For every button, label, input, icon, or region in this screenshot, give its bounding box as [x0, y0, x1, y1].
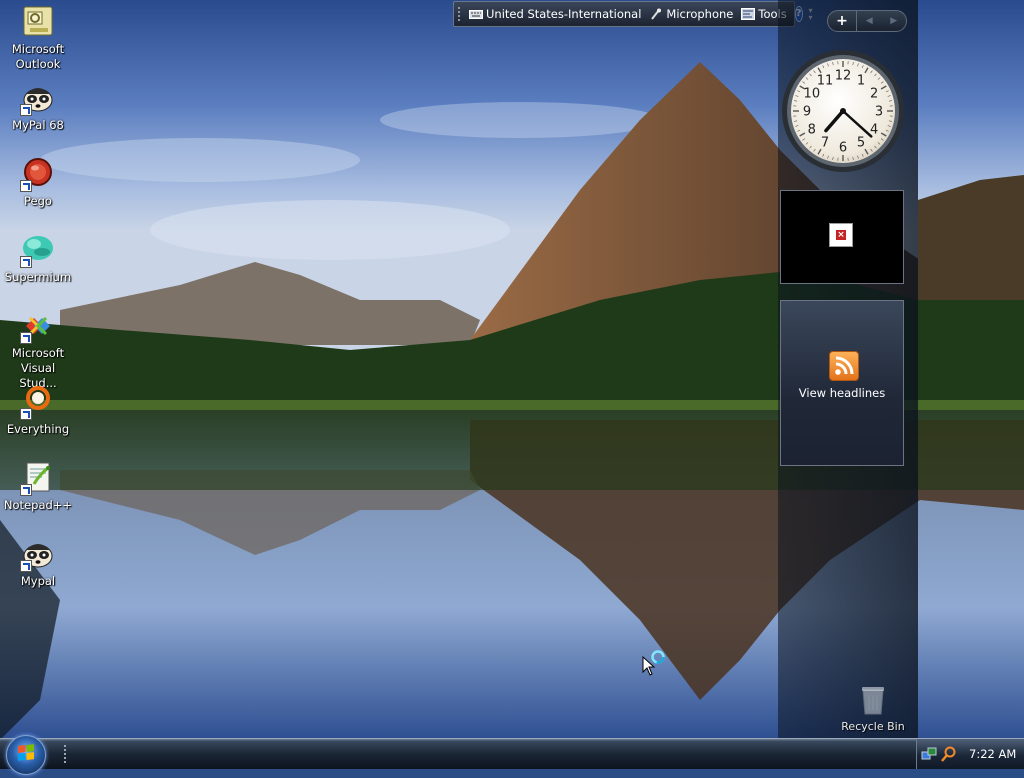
clock-numeral: 9: [803, 105, 811, 120]
language-selector[interactable]: United States-International: [465, 7, 645, 21]
desktop-icon-mypal[interactable]: Mypal: [2, 536, 74, 589]
recycle-bin-label: Recycle Bin: [838, 720, 908, 733]
pego-icon: [20, 156, 56, 192]
busy-cursor-icon: [642, 648, 668, 676]
language-bar-grip[interactable]: [458, 7, 460, 21]
desktop-icon-supermium[interactable]: Supermium: [2, 232, 74, 285]
tools-icon: [741, 8, 755, 20]
desktop-icon-label: Pego: [2, 194, 74, 209]
language-bar: United States-International Microphone T…: [453, 1, 795, 27]
mypal-icon: [20, 536, 56, 572]
clock-numeral: 3: [875, 105, 883, 120]
notification-area: 7:22 AM: [916, 739, 1024, 769]
shortcut-arrow-icon: [20, 104, 32, 116]
clock-numeral: 1: [857, 73, 865, 88]
shortcut-arrow-icon: [20, 332, 32, 344]
rss-feed-icon: [829, 351, 859, 381]
notepadpp-icon: [20, 460, 56, 496]
clock-gadget[interactable]: 121234567891011: [780, 48, 906, 174]
windows-logo-icon: [7, 736, 45, 774]
desktop-icon-pego[interactable]: Pego: [2, 156, 74, 209]
desktop-icon-visual-studio[interactable]: Microsoft Visual Stud...: [2, 308, 74, 391]
shortcut-arrow-icon: [20, 484, 32, 496]
clock-numeral: 2: [870, 87, 878, 102]
taskbar: 7:22 AM: [0, 738, 1024, 769]
visual-studio-icon: [20, 308, 56, 344]
clock-numeral: 10: [804, 87, 821, 102]
shortcut-arrow-icon: [20, 256, 32, 268]
microphone-button[interactable]: Microphone: [645, 7, 737, 21]
start-button[interactable]: [6, 735, 46, 775]
clock-numeral: 12: [835, 69, 852, 84]
desktop-icon-label: Supermium: [2, 270, 74, 285]
microphone-icon: [649, 8, 663, 20]
clock-numeral: 11: [817, 73, 834, 88]
microphone-label: Microphone: [666, 7, 733, 21]
mypal-icon: [20, 80, 56, 116]
desktop-icon-microsoft-outlook[interactable]: Microsoft Outlook: [2, 4, 74, 72]
desktop-icon-label: Microsoft Outlook: [2, 42, 74, 72]
desktop-icon-label: Mypal: [2, 574, 74, 589]
view-headlines-link[interactable]: View headlines: [781, 386, 903, 400]
shortcut-arrow-icon: [20, 180, 32, 192]
supermium-icon: [20, 232, 56, 268]
taskbar-clock[interactable]: 7:22 AM: [969, 747, 1016, 761]
empty-gadget[interactable]: ×: [780, 190, 904, 284]
desktop-icon-label: Everything: [2, 422, 74, 437]
everything-icon: [20, 384, 56, 420]
broken-image-icon: ×: [829, 223, 853, 247]
feed-headlines-gadget[interactable]: View headlines: [780, 300, 904, 466]
sidebar-controls: + ◀ ▶: [827, 10, 907, 32]
recycle-bin-icon: [859, 684, 887, 716]
desktop-icon-notepadpp[interactable]: Notepad++: [2, 460, 74, 513]
desktop-icon-mypal-68[interactable]: MyPal 68: [2, 80, 74, 133]
clock-numeral: 7: [821, 136, 829, 151]
add-gadget-button[interactable]: +: [828, 11, 857, 31]
desktop-icon-everything[interactable]: Everything: [2, 384, 74, 437]
previous-page-icon[interactable]: ◀: [866, 16, 873, 26]
shortcut-arrow-icon: [20, 560, 32, 572]
desktop-icon-recycle-bin[interactable]: Recycle Bin: [838, 684, 908, 733]
outlook-icon: [20, 4, 56, 40]
desktop-icon-label: Notepad++: [2, 498, 74, 513]
clock-numeral: 6: [839, 141, 847, 156]
taskbar-grip[interactable]: [64, 745, 69, 763]
language-label: United States-International: [486, 7, 641, 21]
shortcut-arrow-icon: [20, 408, 32, 420]
next-page-icon[interactable]: ▶: [890, 16, 897, 26]
network-icon[interactable]: [921, 746, 937, 762]
keyboard-icon: [469, 8, 483, 20]
clock-numeral: 5: [857, 136, 865, 151]
clock-numeral: 8: [808, 123, 816, 138]
search-icon[interactable]: [941, 746, 957, 762]
desktop-icon-label: MyPal 68: [2, 118, 74, 133]
